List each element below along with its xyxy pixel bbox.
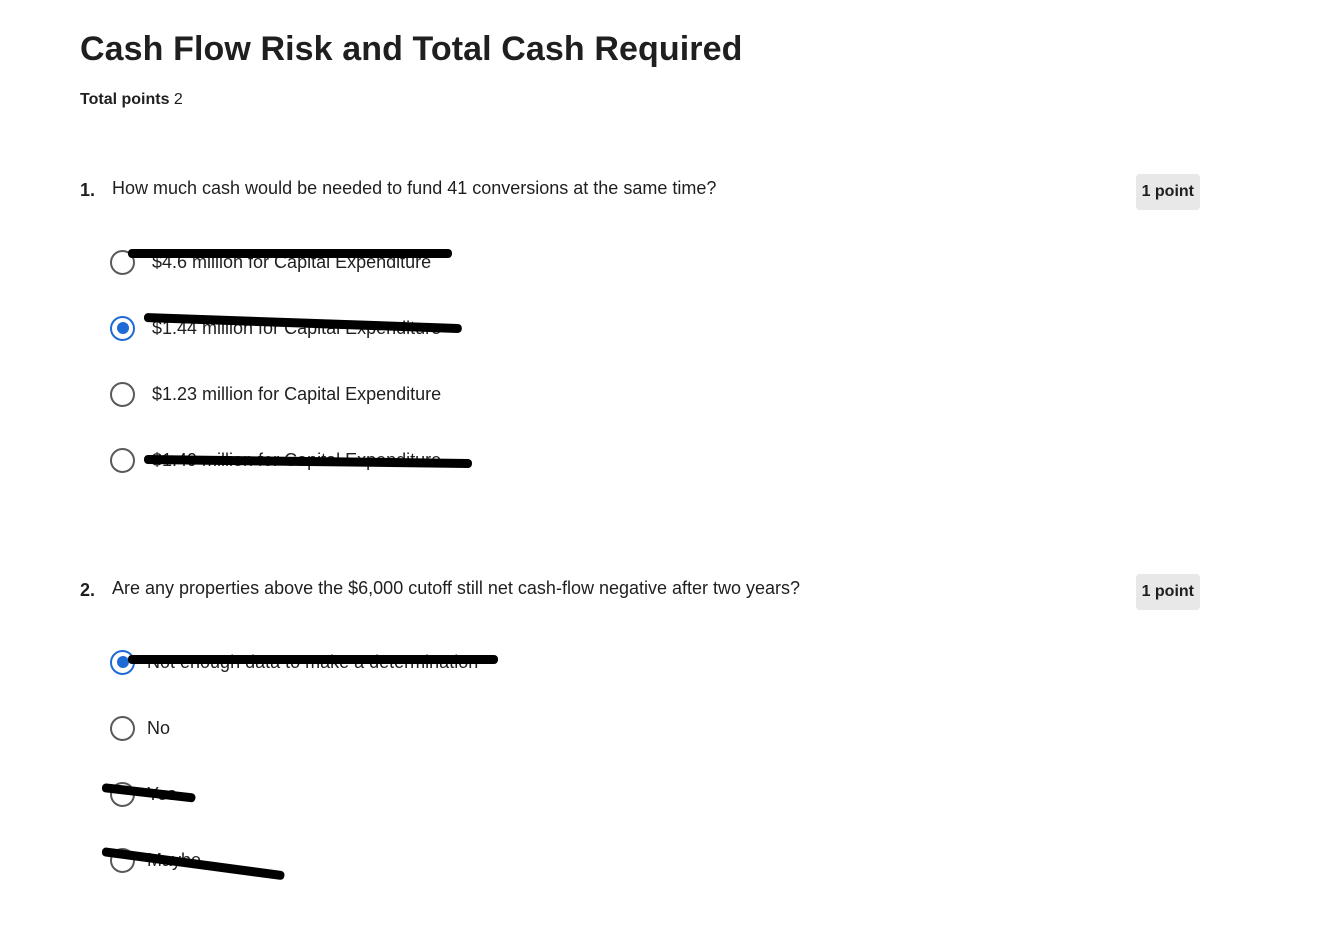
radio-button-selected[interactable] <box>110 649 135 675</box>
question-number: 2. <box>80 580 96 600</box>
option-label: $1.49 million for Capital Expenditure <box>152 449 442 470</box>
question-text: Are any properties above the $6,000 cuto… <box>112 578 801 598</box>
option-label: Yes <box>147 783 177 804</box>
radio-button[interactable] <box>110 381 135 407</box>
radio-button[interactable] <box>110 781 135 807</box>
option-label: No <box>147 717 171 738</box>
points-badge: 1 point <box>1135 574 1200 610</box>
total-points-label: Total points <box>80 91 170 108</box>
radio-button-selected[interactable] <box>110 315 135 341</box>
question-1: 1. How much cash would be needed to fund… <box>80 174 1200 473</box>
points-badge: 1 point <box>1135 174 1200 210</box>
total-points-value: 2 <box>173 91 183 108</box>
answer-option[interactable]: Yes <box>110 780 176 808</box>
answer-option[interactable]: $1.23 million for Capital Expenditure <box>110 380 441 408</box>
option-label: $1.23 million for Capital Expenditure <box>152 383 442 404</box>
radio-button[interactable] <box>110 715 135 741</box>
question-header: 1. How much cash would be needed to fund… <box>80 174 1200 218</box>
answer-option[interactable]: $1.44 million for Capital Expenditure <box>110 314 441 342</box>
radio-button[interactable] <box>110 249 135 275</box>
total-points: Total points 2 <box>80 91 183 109</box>
answer-option[interactable]: Not enough data to make a determination <box>110 648 478 676</box>
answer-option[interactable]: $1.49 million for Capital Expenditure <box>110 446 441 474</box>
option-label: $4.6 million for Capital Expenditure <box>152 251 432 272</box>
answer-option[interactable]: $4.6 million for Capital Expenditure <box>110 248 431 276</box>
quiz-title: Cash Flow Risk and Total Cash Required <box>80 30 743 68</box>
radio-button[interactable] <box>110 447 135 473</box>
question-2: 2. Are any properties above the $6,000 c… <box>80 574 1200 873</box>
question-header: 2. Are any properties above the $6,000 c… <box>80 574 1200 618</box>
question-text: How much cash would be needed to fund 41… <box>112 178 717 198</box>
radio-button[interactable] <box>110 847 135 873</box>
option-label: Not enough data to make a determination <box>147 651 479 672</box>
option-label: $1.44 million for Capital Expenditure <box>152 317 442 338</box>
question-number: 1. <box>80 180 96 200</box>
answer-option[interactable]: Maybe <box>110 846 201 874</box>
option-label: Maybe <box>147 849 202 870</box>
answer-option[interactable]: No <box>110 714 170 742</box>
quiz-page: Cash Flow Risk and Total Cash Required T… <box>0 0 1338 945</box>
